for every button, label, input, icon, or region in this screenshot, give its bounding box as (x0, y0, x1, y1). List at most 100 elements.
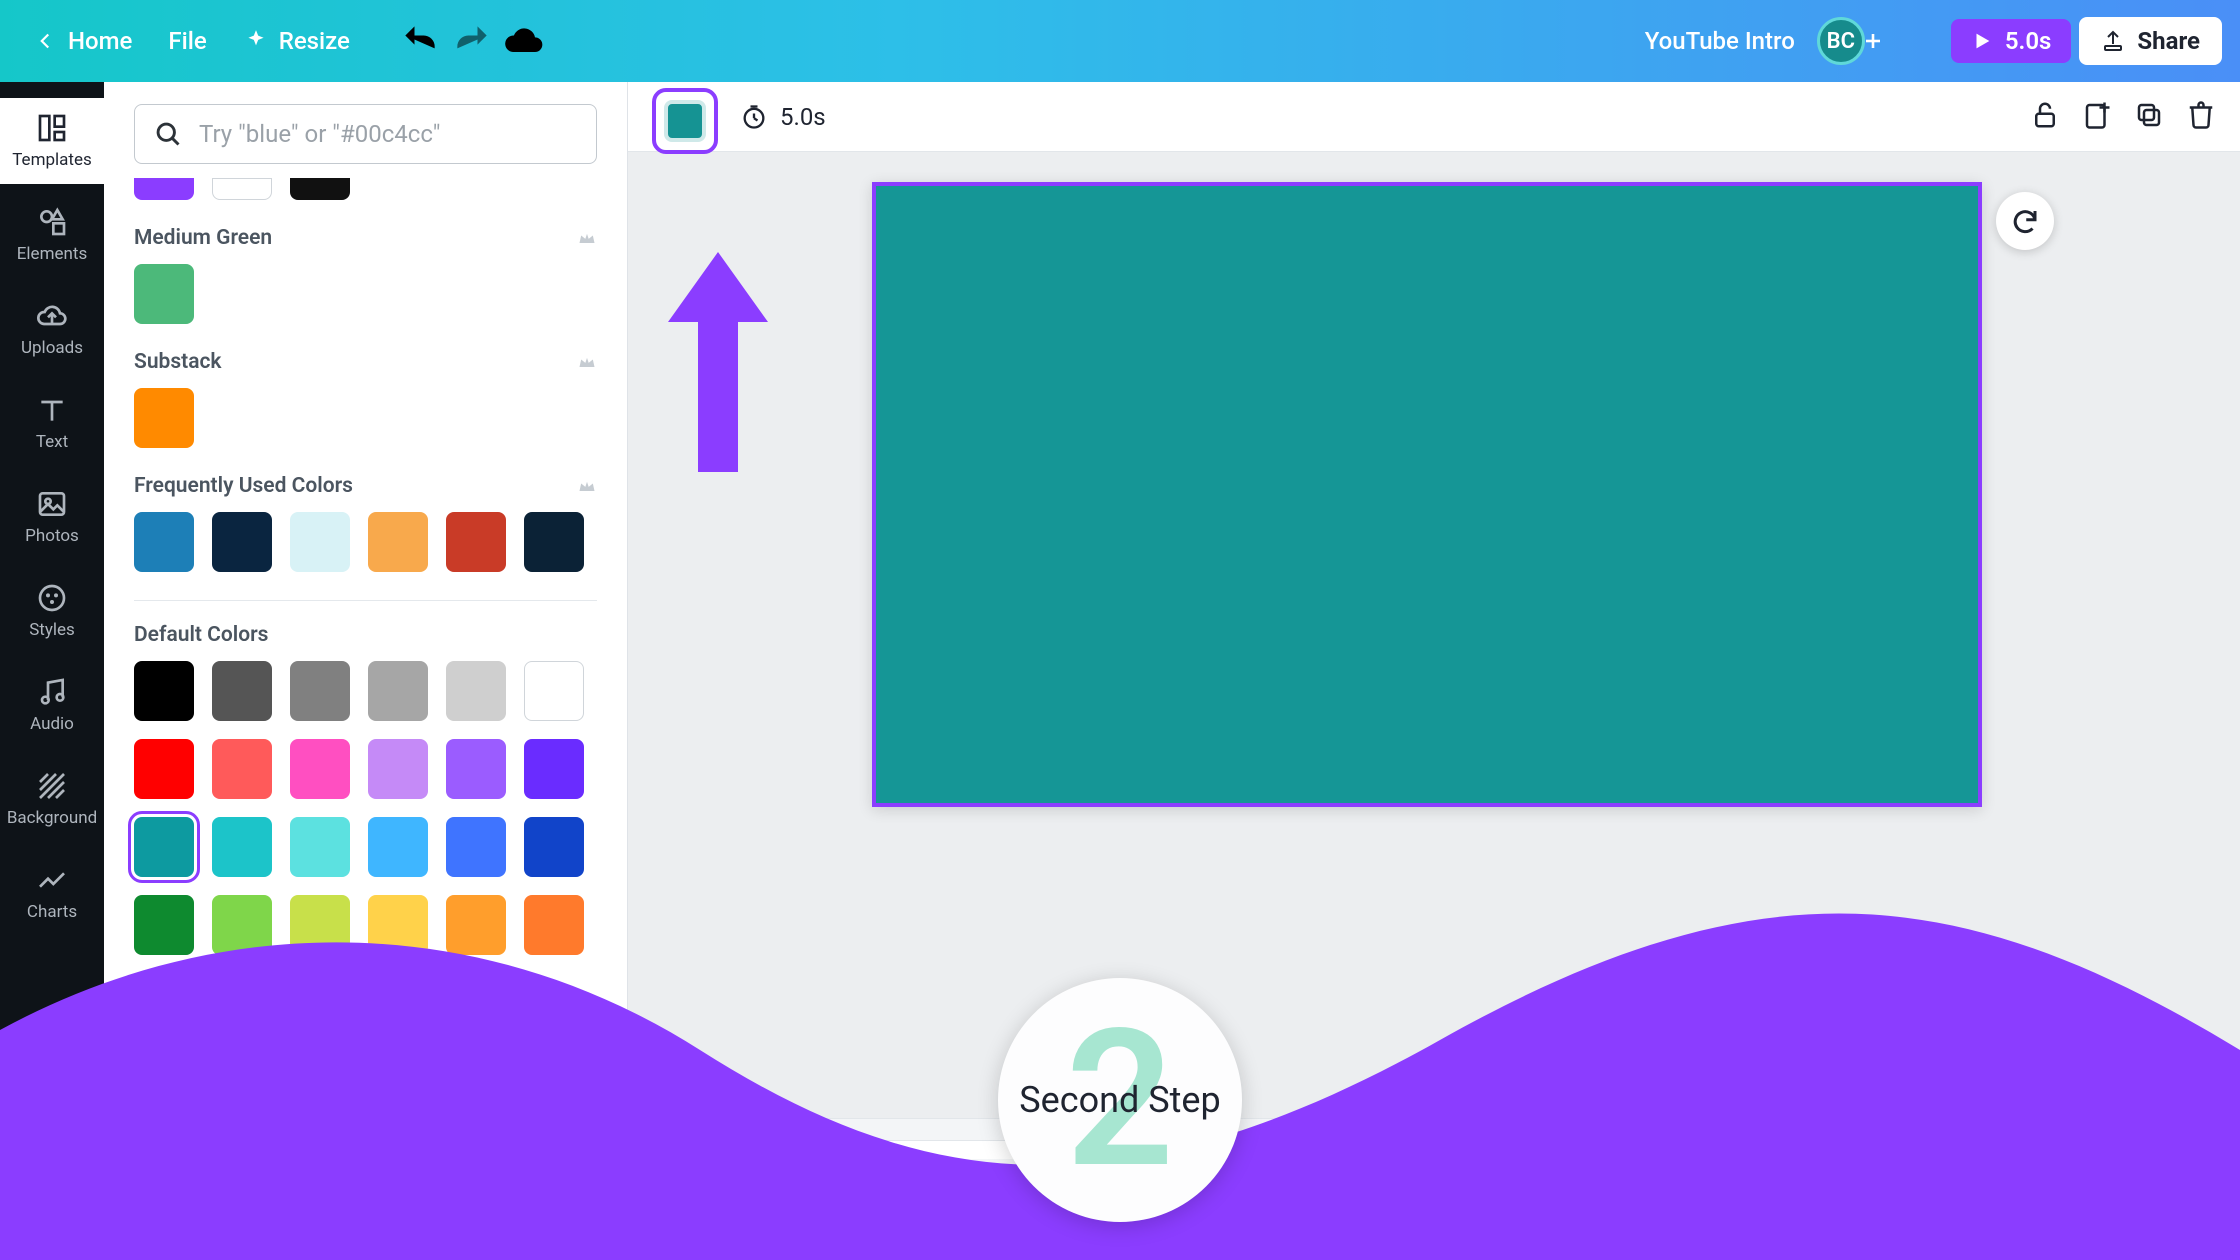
resize-menu[interactable]: Resize (229, 19, 364, 63)
horizontal-scrollbar[interactable]: ◂ ▾ ▸ (628, 1118, 2240, 1140)
page-canvas[interactable] (872, 182, 1982, 807)
redo-icon (450, 19, 494, 63)
rail-uploads[interactable]: Uploads (0, 286, 104, 372)
color-swatch[interactable] (368, 895, 428, 955)
add-page-button[interactable] (2082, 100, 2112, 134)
resize-label: Resize (279, 27, 350, 55)
refresh-icon (2010, 206, 2040, 236)
undo-icon (398, 19, 442, 63)
timeline-play-button[interactable] (664, 1168, 730, 1234)
rail-background[interactable]: Background (0, 756, 104, 842)
color-swatch[interactable] (212, 512, 272, 572)
color-swatch[interactable] (290, 178, 350, 200)
color-swatch[interactable] (290, 512, 350, 572)
page-duration[interactable]: 5.0s (740, 103, 826, 131)
background-icon (36, 770, 68, 802)
scroll-right-icon: ▸ (2221, 1122, 2240, 1138)
scroll-left-icon: ◂ (628, 1122, 647, 1138)
top-menu-bar: Home File Resize YouTube Intro BC 5.0s S… (0, 0, 2240, 82)
color-swatch[interactable] (212, 661, 272, 721)
insights-button[interactable] (1899, 19, 1943, 63)
background-color-button[interactable] (652, 88, 718, 154)
rail-label: Templates (12, 150, 92, 170)
color-swatch[interactable] (524, 512, 584, 572)
color-swatch[interactable] (446, 895, 506, 955)
color-swatch[interactable] (524, 661, 584, 721)
color-swatch[interactable] (212, 178, 272, 200)
rail-elements[interactable]: Elements (0, 192, 104, 278)
color-swatch[interactable] (368, 661, 428, 721)
context-toolbar: 5.0s (628, 82, 2240, 152)
color-swatch[interactable] (368, 512, 428, 572)
editor-stage: 5.0s ◂ ▾ ▸ (628, 82, 2240, 1260)
rail-audio[interactable]: Audio (0, 662, 104, 748)
redo-button[interactable] (450, 19, 494, 63)
elements-icon (36, 206, 68, 238)
color-swatch[interactable] (524, 817, 584, 877)
chevron-left-icon (32, 28, 58, 54)
home-button[interactable]: Home (18, 19, 146, 63)
section-label-text: Substack (134, 350, 222, 374)
lock-icon (2030, 100, 2060, 130)
lock-button[interactable] (2030, 100, 2060, 134)
color-swatch[interactable] (134, 264, 194, 324)
color-swatch[interactable] (290, 817, 350, 877)
charts-icon (36, 864, 68, 896)
color-swatch[interactable] (368, 739, 428, 799)
color-swatch[interactable] (524, 739, 584, 799)
color-swatch[interactable] (134, 739, 194, 799)
rail-templates[interactable]: Templates (0, 98, 104, 184)
color-swatch[interactable] (446, 512, 506, 572)
present-duration-label: 5.0s (2005, 27, 2052, 55)
color-swatch[interactable] (524, 895, 584, 955)
present-button[interactable]: 5.0s (1951, 19, 2072, 63)
color-swatch[interactable] (446, 817, 506, 877)
rail-styles[interactable]: Styles (0, 568, 104, 654)
undo-button[interactable] (398, 19, 442, 63)
color-swatch[interactable] (134, 661, 194, 721)
section-label-text: Medium Green (134, 226, 272, 250)
color-swatch[interactable] (290, 661, 350, 721)
templates-icon (36, 112, 68, 144)
color-swatch[interactable] (134, 895, 194, 955)
cloud-sync-button[interactable] (502, 19, 546, 63)
sparkle-icon (243, 28, 269, 54)
current-color-chip (664, 100, 706, 142)
uploads-icon (36, 300, 68, 332)
color-swatch[interactable] (212, 817, 272, 877)
search-icon (154, 120, 182, 148)
duration-label: 5.0s (780, 103, 826, 131)
styles-icon (36, 582, 68, 614)
color-swatch[interactable] (446, 739, 506, 799)
duplicate-button[interactable] (2134, 100, 2164, 134)
play-icon (684, 1188, 710, 1214)
timeline-clip[interactable]: 5.0s (754, 1153, 926, 1249)
project-name[interactable]: YouTube Intro (1631, 19, 1809, 63)
color-swatch[interactable] (212, 739, 272, 799)
color-panel: Medium Green Substack Frequently Used Co… (104, 82, 628, 1260)
color-swatch[interactable] (134, 512, 194, 572)
reset-view-button[interactable] (1996, 192, 2054, 250)
plus-icon: + (1013, 1175, 1038, 1227)
share-button[interactable]: Share (2079, 17, 2222, 65)
canvas-viewport[interactable]: ◂ ▾ ▸ (628, 152, 2240, 1140)
clip-duration-badge: 5.0s (768, 1211, 821, 1237)
add-page-tile[interactable]: + (950, 1159, 1100, 1243)
rail-charts[interactable]: Charts (0, 850, 104, 936)
color-swatch[interactable] (212, 895, 272, 955)
file-menu[interactable]: File (154, 19, 220, 63)
rail-text[interactable]: Text (0, 380, 104, 466)
crown-icon (577, 352, 597, 372)
rail-label: Text (36, 432, 68, 452)
rail-photos[interactable]: Photos (0, 474, 104, 560)
color-swatch[interactable] (368, 817, 428, 877)
delete-button[interactable] (2186, 100, 2216, 134)
color-swatch[interactable] (290, 895, 350, 955)
color-swatch[interactable] (134, 817, 194, 877)
color-swatch[interactable] (134, 388, 194, 448)
add-collaborator-button[interactable] (1855, 23, 1891, 59)
color-swatch[interactable] (446, 661, 506, 721)
color-swatch[interactable] (290, 739, 350, 799)
color-search-input[interactable] (134, 104, 597, 164)
color-swatch[interactable] (134, 178, 194, 200)
